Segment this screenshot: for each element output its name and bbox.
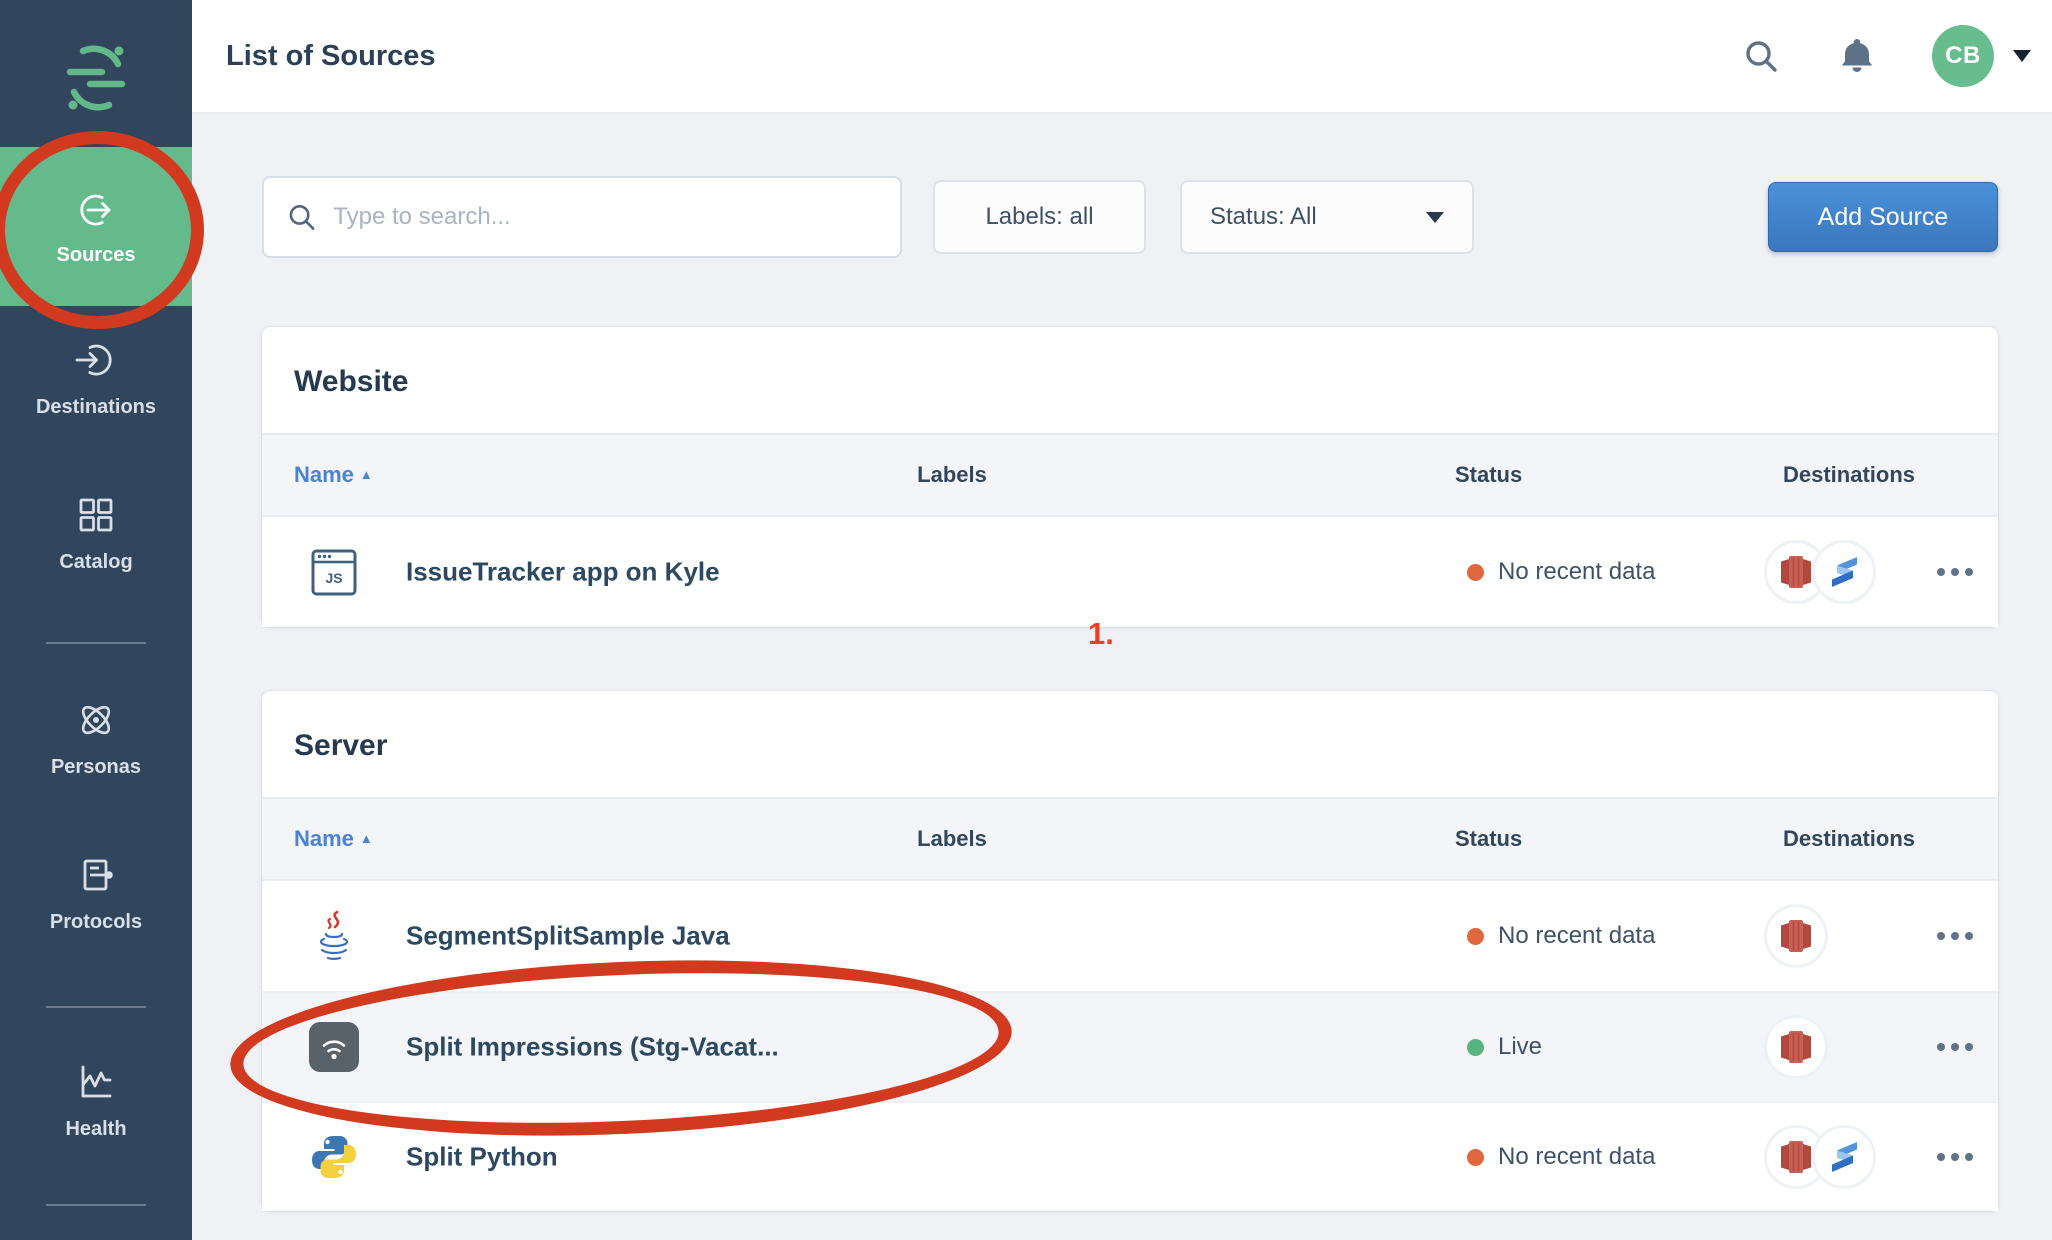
sidebar-item-protocols[interactable]: Protocols xyxy=(0,852,192,934)
table-header: Name▲ Labels Status Destinations xyxy=(262,433,1998,517)
stitch-destination-icon[interactable] xyxy=(1812,540,1876,604)
source-section-server: Server Name▲ Labels Status Destinations Segme… xyxy=(262,691,1998,1211)
column-header-labels: Labels xyxy=(782,826,1122,852)
status-text: No recent data xyxy=(1498,922,1655,950)
protocols-icon xyxy=(73,852,119,898)
status-cell: Live xyxy=(1467,1033,1542,1061)
source-name: SegmentSplitSample Java xyxy=(406,921,730,952)
javascript-icon: JS xyxy=(306,547,362,597)
sort-ascending-icon: ▲ xyxy=(360,831,373,846)
row-menu-button[interactable] xyxy=(1922,1143,1988,1171)
status-text: No recent data xyxy=(1498,558,1655,586)
filter-toolbar: Labels: all Status: All Add Source xyxy=(262,176,1998,258)
destinations-cell xyxy=(1764,1015,1828,1079)
sidebar-item-health[interactable]: Health xyxy=(0,1059,192,1141)
dropdown-caret-icon xyxy=(1426,212,1444,223)
account-menu-caret-icon[interactable] xyxy=(2013,50,2031,62)
sources-icon xyxy=(73,187,119,233)
source-row[interactable]: SegmentSplitSample Java No recent data xyxy=(262,881,1998,991)
sidebar-item-label: Sources xyxy=(57,244,136,267)
status-cell: No recent data xyxy=(1467,922,1655,950)
status-cell: No recent data xyxy=(1467,1143,1655,1171)
status-dot xyxy=(1467,928,1484,945)
sidebar-divider xyxy=(46,1204,146,1206)
java-icon xyxy=(306,910,362,962)
destinations-icon xyxy=(73,337,119,383)
sidebar-divider xyxy=(46,642,146,644)
sidebar-item-destinations[interactable]: Destinations xyxy=(0,337,192,419)
destinations-cell xyxy=(1764,1125,1876,1189)
status-dot xyxy=(1467,1039,1484,1056)
sidebar-item-sources[interactable]: Sources xyxy=(0,147,192,306)
source-row[interactable]: Split Python No recent data xyxy=(262,1101,1998,1211)
http-api-icon xyxy=(306,1022,362,1072)
destinations-cell xyxy=(1764,904,1828,968)
search-icon[interactable] xyxy=(1742,37,1780,75)
sort-ascending-icon: ▲ xyxy=(360,467,373,482)
status-dot xyxy=(1467,564,1484,581)
table-header: Name▲ Labels Status Destinations xyxy=(262,797,1998,881)
status-text: Live xyxy=(1498,1033,1542,1061)
catalog-icon xyxy=(73,492,119,538)
column-header-name[interactable]: Name▲ xyxy=(294,462,373,488)
source-name: IssueTracker app on Kyle xyxy=(406,557,720,588)
status-filter-dropdown[interactable]: Status: All xyxy=(1180,180,1474,254)
sidebar-item-label: Personas xyxy=(51,756,141,779)
source-name: Split Python xyxy=(406,1142,558,1173)
segment-logo-icon xyxy=(56,38,136,118)
sidebar-item-catalog[interactable]: Catalog xyxy=(0,492,192,574)
source-name: Split Impressions (Stg-Vacat... xyxy=(406,1032,779,1063)
status-text: No recent data xyxy=(1498,1143,1655,1171)
sidebar-item-label: Catalog xyxy=(59,551,132,574)
column-header-destinations: Destinations xyxy=(1764,462,1934,488)
section-title: Server xyxy=(262,691,1998,797)
sidebar: Sources Destinations Catalog xyxy=(0,0,192,1240)
column-header-name[interactable]: Name▲ xyxy=(294,826,373,852)
personas-icon xyxy=(73,697,119,743)
status-cell: No recent data xyxy=(1467,558,1655,586)
section-title: Website xyxy=(262,327,1998,433)
search-box[interactable] xyxy=(262,176,902,258)
redshift-destination-icon[interactable] xyxy=(1764,1015,1828,1079)
health-icon xyxy=(73,1059,119,1105)
user-avatar[interactable]: CB xyxy=(1932,25,1994,87)
svg-text:JS: JS xyxy=(325,570,342,586)
top-bar-actions: CB xyxy=(1742,25,2031,87)
python-icon xyxy=(306,1133,362,1181)
source-section-website: Website Name▲ Labels Status Destinations JS Is… xyxy=(262,327,1998,627)
labels-filter-button[interactable]: Labels: all xyxy=(933,180,1146,254)
column-header-status: Status xyxy=(1455,826,1522,852)
redshift-destination-icon[interactable] xyxy=(1764,904,1828,968)
destinations-cell xyxy=(1764,540,1876,604)
main-content: Labels: all Status: All Add Source Websi… xyxy=(192,114,2052,1211)
stitch-destination-icon[interactable] xyxy=(1812,1125,1876,1189)
row-menu-button[interactable] xyxy=(1922,922,1988,950)
source-row[interactable]: Split Impressions (Stg-Vacat... Live xyxy=(262,991,1998,1101)
row-menu-button[interactable] xyxy=(1922,558,1988,586)
sidebar-item-personas[interactable]: Personas xyxy=(0,697,192,779)
segment-sources-page: Sources Destinations Catalog xyxy=(0,0,2052,1240)
status-dot xyxy=(1467,1149,1484,1166)
page-title: List of Sources xyxy=(226,40,436,73)
notifications-bell-icon[interactable] xyxy=(1838,36,1876,76)
column-header-destinations: Destinations xyxy=(1764,826,1934,852)
search-input[interactable] xyxy=(333,203,878,231)
add-source-button[interactable]: Add Source xyxy=(1768,182,1998,252)
search-input-icon xyxy=(286,200,317,234)
row-menu-button[interactable] xyxy=(1922,1033,1988,1061)
sidebar-item-label: Destinations xyxy=(36,396,156,419)
sidebar-item-label: Health xyxy=(65,1118,126,1141)
source-row[interactable]: JS IssueTracker app on Kyle No recent data xyxy=(262,517,1998,627)
status-filter-label: Status: All xyxy=(1210,203,1317,231)
sidebar-item-label: Protocols xyxy=(50,911,142,934)
top-bar: List of Sources CB xyxy=(192,0,2052,114)
source-sections: Website Name▲ Labels Status Destinations JS Is… xyxy=(192,327,2052,1211)
column-header-status: Status xyxy=(1455,462,1522,488)
sidebar-divider xyxy=(46,1006,146,1008)
column-header-labels: Labels xyxy=(782,462,1122,488)
